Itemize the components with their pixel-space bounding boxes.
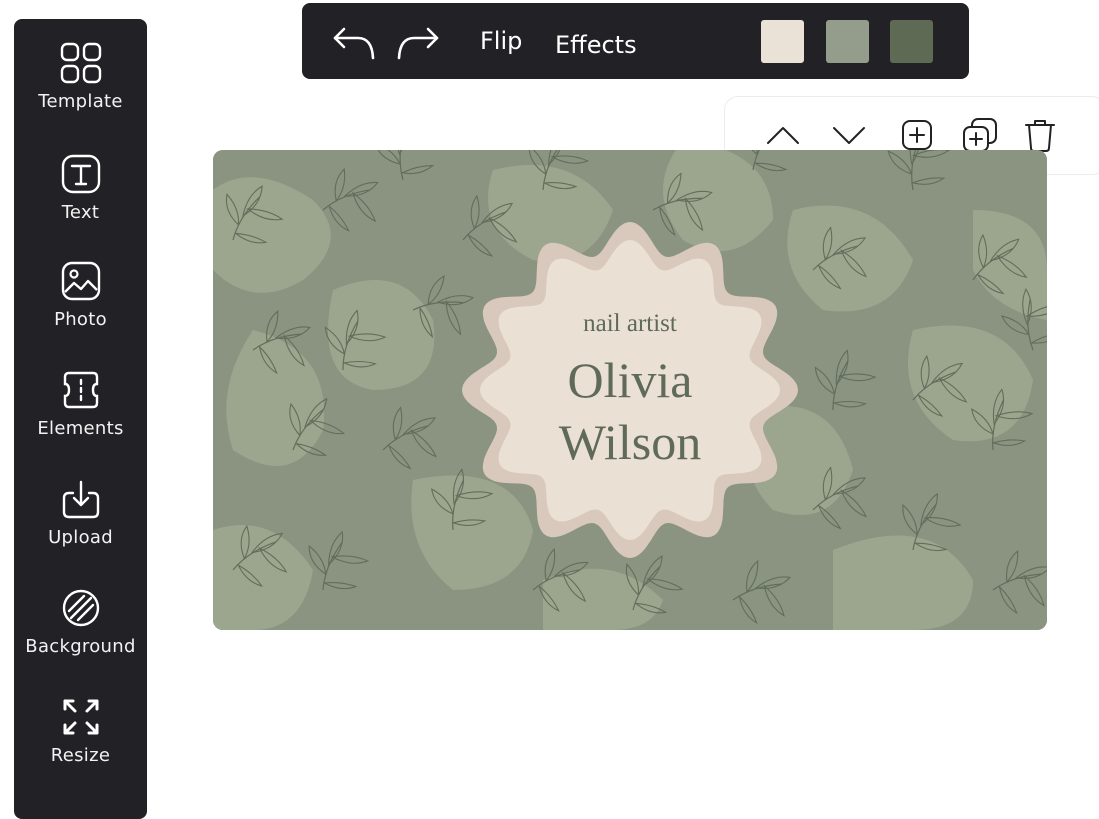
sidebar-item-background[interactable]: Background [14, 586, 147, 686]
sidebar-item-label: Resize [50, 745, 111, 766]
card-last-name[interactable]: Wilson [213, 417, 1047, 467]
sidebar-item-template[interactable]: Template [14, 41, 147, 141]
color-swatch-sage[interactable] [826, 20, 869, 63]
sidebar: Template Text Photo Elements Upload Back… [14, 19, 147, 819]
sidebar-item-text[interactable]: Text [14, 152, 147, 252]
undo-icon[interactable] [330, 23, 378, 63]
sidebar-item-upload[interactable]: Upload [14, 477, 147, 577]
elements-icon [63, 371, 98, 409]
card-subtitle[interactable]: nail artist [213, 310, 1047, 338]
duplicate-icon[interactable] [959, 115, 999, 155]
sidebar-item-resize[interactable]: Resize [14, 695, 147, 795]
sidebar-item-photo[interactable]: Photo [14, 259, 147, 359]
background-icon [62, 589, 99, 627]
redo-icon[interactable] [394, 23, 442, 63]
sidebar-item-label: Text [61, 202, 100, 223]
chevron-down-icon[interactable] [829, 115, 869, 155]
trash-icon[interactable] [1020, 115, 1060, 155]
resize-icon [63, 699, 98, 735]
design-canvas[interactable]: nail artist Olivia Wilson [213, 150, 1047, 630]
text-icon [61, 154, 100, 194]
color-swatch-olive[interactable] [890, 20, 933, 63]
sidebar-item-label: Upload [48, 527, 113, 548]
flip-button[interactable]: Flip [480, 27, 522, 55]
effects-button[interactable]: Effects [555, 31, 637, 59]
add-page-icon[interactable] [897, 115, 937, 155]
photo-icon [61, 261, 100, 301]
sidebar-item-label: Background [25, 636, 136, 657]
top-toolbar: Flip Effects [302, 3, 969, 79]
sidebar-item-elements[interactable]: Elements [14, 368, 147, 468]
template-grid-icon [60, 42, 101, 84]
sidebar-item-label: Photo [54, 309, 107, 330]
color-swatch-cream[interactable] [761, 20, 804, 63]
upload-icon [62, 480, 99, 519]
chevron-up-icon[interactable] [763, 115, 803, 155]
sidebar-item-label: Elements [37, 418, 124, 439]
card-first-name[interactable]: Olivia [213, 355, 1047, 405]
sidebar-item-label: Template [38, 91, 123, 112]
